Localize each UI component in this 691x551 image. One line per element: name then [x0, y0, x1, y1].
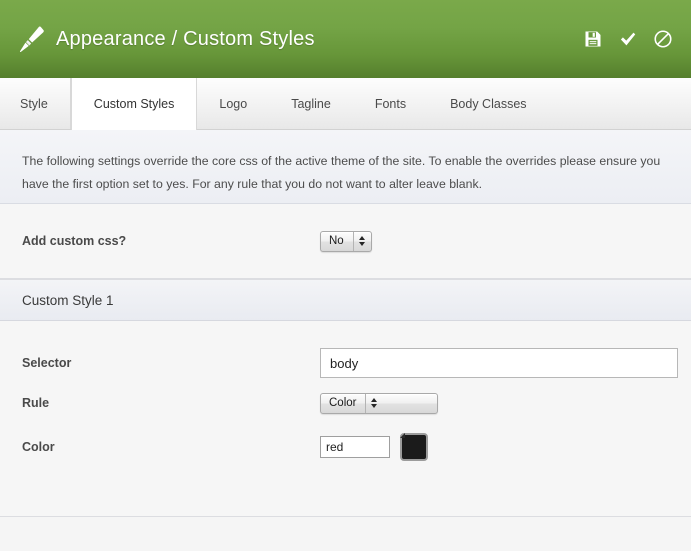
tab-bar: Style Custom Styles Logo Tagline Fonts B… — [0, 78, 691, 130]
selector-control — [320, 348, 678, 378]
custom-styles-page: Appearance / Custom Styles Style Custom … — [0, 0, 691, 551]
tab-label: Logo — [219, 96, 248, 111]
custom-style-1-header: Custom Style 1 — [0, 279, 691, 321]
notice-panel: The following settings override the core… — [0, 130, 691, 204]
add-custom-css-label: Add custom css? — [22, 234, 127, 248]
color-label: Color — [22, 440, 55, 454]
tab-label: Body Classes — [450, 96, 527, 111]
selector-label: Selector — [22, 356, 72, 370]
selector-input[interactable] — [320, 348, 678, 378]
color-input[interactable] — [320, 436, 390, 458]
add-custom-css-control: No — [320, 230, 669, 252]
chevron-updown-icon — [365, 393, 382, 413]
save-icon[interactable] — [583, 29, 603, 49]
tab-custom-styles[interactable]: Custom Styles — [70, 78, 198, 130]
tab-tagline[interactable]: Tagline — [269, 78, 353, 129]
color-picker-swatch-button[interactable] — [400, 433, 428, 461]
color-control — [320, 433, 669, 461]
color-row: Color — [0, 423, 691, 471]
tab-style[interactable]: Style — [0, 78, 71, 129]
page-header: Appearance / Custom Styles — [0, 0, 691, 78]
tab-logo[interactable]: Logo — [197, 78, 269, 129]
tab-label: Fonts — [374, 96, 407, 111]
tab-label: Style — [20, 96, 48, 111]
select-value: Color — [329, 397, 357, 409]
apply-check-icon[interactable] — [618, 29, 638, 49]
tab-fonts[interactable]: Fonts — [353, 78, 428, 129]
select-value: No — [329, 235, 344, 247]
tab-label: Tagline — [291, 96, 331, 111]
notice-text: The following settings override the core… — [22, 154, 661, 191]
selector-row: Selector — [0, 343, 691, 383]
add-custom-css-row: Add custom css? No — [0, 204, 691, 278]
rule-select[interactable]: Color — [320, 392, 438, 414]
spacer — [0, 321, 691, 343]
custom-style-1-fields: Selector Rule Color Color — [0, 343, 691, 471]
header-actions — [583, 29, 673, 49]
section-title: Custom Style 1 — [22, 292, 114, 308]
rule-control: Color — [320, 392, 669, 414]
add-custom-css-section: Add custom css? No — [0, 204, 691, 279]
tab-body-classes[interactable]: Body Classes — [428, 78, 548, 129]
bottom-spacer — [0, 471, 691, 517]
rule-row: Rule Color — [0, 383, 691, 423]
page-title: Appearance / Custom Styles — [56, 27, 315, 50]
chevron-updown-icon — [352, 231, 370, 251]
paintbrush-icon — [19, 26, 44, 53]
cancel-icon[interactable] — [653, 29, 673, 49]
rule-label: Rule — [22, 396, 50, 410]
add-custom-css-select[interactable]: No — [320, 230, 372, 252]
tab-label: Custom Styles — [93, 96, 175, 111]
